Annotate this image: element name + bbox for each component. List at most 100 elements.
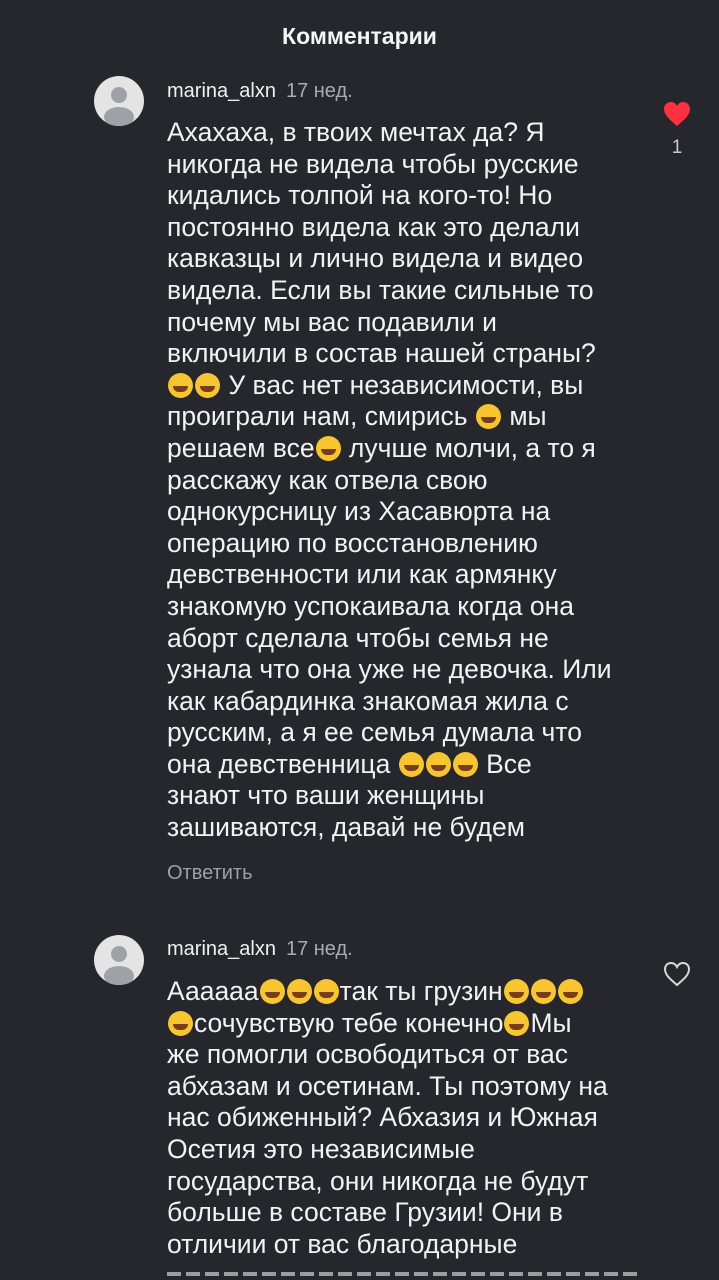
- comment-line: сочувствую тебе конечно Мы: [167, 1008, 647, 1040]
- comment-text-segment: абхазам и осетинам. Ты поэтому на: [167, 1070, 608, 1101]
- comment-line: как кабардинка знакомая жила с: [167, 686, 647, 718]
- emoji-icon: [475, 404, 501, 430]
- username[interactable]: marina_alxn: [167, 80, 276, 102]
- comment-text-segment: зашиваются, давай не будем: [167, 812, 525, 843]
- comment-text-segment: расскажу как отвела свою: [167, 464, 488, 495]
- comment-text-segment: аборт сделала чтобы семья не: [167, 622, 549, 653]
- comment-line: девственности или как армянку: [167, 559, 647, 591]
- comment-line: Осетия это независимые: [167, 1134, 647, 1166]
- comment-text-segment: почему мы вас подавили и: [167, 306, 497, 337]
- emoji-group: [167, 1008, 194, 1038]
- emoji-icon: [168, 1010, 193, 1036]
- comment-text-segment: знакомую успокаивала когда она: [167, 590, 575, 621]
- page-title: Комментарии: [282, 22, 437, 49]
- comment-line: У вас нет независимости, вы: [167, 370, 647, 402]
- comment-meta: marina_alxn 17 нед.: [167, 938, 353, 961]
- comment-line: кавказцы и лично видела и видео: [167, 243, 647, 275]
- comment-text-segment: Все: [478, 748, 532, 779]
- comment-text-segment: проиграли нам, смирись: [167, 401, 475, 432]
- comment-line: проиграли нам, смирись мы: [167, 401, 647, 433]
- comment-line: однокурсницу из Хасавюрта на: [167, 496, 647, 528]
- reply-button[interactable]: Ответить: [167, 862, 253, 885]
- comment-line: видела. Если вы такие сильные то: [167, 275, 647, 307]
- comment-line: никогда не видела чтобы русские: [167, 149, 647, 181]
- comment-line: государства, они никогда не будут: [167, 1166, 647, 1198]
- emoji-icon: [286, 979, 312, 1004]
- clipped-text-line: [167, 1266, 637, 1280]
- comment-text-segment: включили в состав нашей страны?: [167, 338, 596, 369]
- emoji-group: [259, 976, 340, 1006]
- comment-text-segment: Ахахаха, в твоих мечтах да? Я: [167, 117, 545, 147]
- user-placeholder-icon: [104, 87, 134, 126]
- comment-line: узнала что она уже не девочка. Или: [167, 654, 647, 686]
- comment-meta: marina_alxn 17 нед.: [167, 80, 353, 103]
- timestamp: 17 нед.: [285, 938, 353, 960]
- comment-text-segment: так ты грузин: [339, 976, 503, 1006]
- comment-line: она девственница Все: [167, 749, 647, 781]
- comments-header: Комментарии: [0, 0, 719, 72]
- comment-line: отличии от вас благодарные: [167, 1229, 647, 1261]
- comment-text-segment: однокурсницу из Хасавюрта на: [167, 496, 551, 527]
- emoji-group: [398, 749, 479, 779]
- comment-line: абхазам и осетинам. Ты поэтому на: [167, 1071, 647, 1103]
- comment-line: кидались толпой на кого-то! Но: [167, 180, 647, 212]
- heart-outline-icon: [663, 961, 691, 987]
- comment-text-segment: девственности или как армянку: [167, 559, 557, 590]
- emoji-group: [503, 1008, 530, 1038]
- like-control[interactable]: 1: [655, 100, 699, 159]
- emoji-group: [315, 433, 342, 463]
- emoji-group: [167, 370, 221, 400]
- comment-text: Ахахаха, в твоих мечтах да? Яникогда не …: [167, 117, 647, 844]
- comment-text-segment: она девственница: [167, 748, 398, 779]
- comment-text-segment: решаем все: [167, 432, 315, 463]
- comment-line: почему мы вас подавили и: [167, 307, 647, 339]
- like-control[interactable]: [655, 960, 699, 993]
- emoji-icon: [557, 979, 583, 1004]
- comment-text-segment: постоянно видела как это делали: [167, 211, 580, 242]
- comment-line: же помогли освободиться от вас: [167, 1039, 647, 1071]
- avatar[interactable]: [94, 76, 144, 126]
- emoji-icon: [503, 979, 529, 1004]
- username[interactable]: marina_alxn: [167, 938, 276, 960]
- emoji-icon: [313, 979, 339, 1004]
- comment-line: Ахахаха, в твоих мечтах да? Я: [167, 117, 647, 149]
- comment-text-segment: кидались толпой на кого-то! Но: [167, 180, 553, 211]
- like-count: 1: [671, 137, 683, 158]
- comment-text-segment: операцию по восстановлению: [167, 527, 538, 558]
- comment-text-segment: знают что ваши женщины: [167, 780, 485, 811]
- emoji-icon: [452, 751, 478, 777]
- comment-line: Аааааа так ты грузин: [167, 976, 647, 1008]
- emoji-icon: [530, 979, 556, 1004]
- timestamp: 17 нед.: [285, 80, 353, 102]
- comment-text-segment: нас обиженный? Абхазия и Южная: [167, 1102, 598, 1133]
- comment-text-segment: Аааааа: [167, 976, 259, 1006]
- emoji-icon: [259, 979, 285, 1004]
- comment-text-segment: Осетия это независимые: [167, 1133, 475, 1164]
- emoji-icon: [315, 435, 341, 461]
- comment-text-segment: видела. Если вы такие сильные то: [167, 274, 594, 305]
- emoji-group: [503, 976, 584, 1006]
- comment-text-segment: У вас нет независимости, вы: [221, 369, 584, 400]
- emoji-icon: [504, 1010, 530, 1036]
- comment-line: нас обиженный? Абхазия и Южная: [167, 1102, 647, 1134]
- emoji-icon: [425, 751, 451, 777]
- comment-line: решаем все лучше молчи, а то я: [167, 433, 647, 465]
- comment-text-segment: отличии от вас благодарные: [167, 1228, 518, 1259]
- comment-line: включили в состав нашей страны?: [167, 338, 647, 370]
- comment-text-segment: никогда не видела чтобы русские: [167, 148, 579, 179]
- comment-text-segment: Мы: [530, 1007, 572, 1038]
- comment-line: больше в составе Грузии! Они в: [167, 1197, 647, 1229]
- comment-line: операцию по восстановлению: [167, 528, 647, 560]
- emoji-icon: [168, 372, 193, 398]
- comment-line: постоянно видела как это делали: [167, 212, 647, 244]
- heart-filled-icon: [664, 102, 690, 126]
- comment-line: русским, а я ее семья думала что: [167, 717, 647, 749]
- comment-text-segment: как кабардинка знакомая жила с: [167, 685, 569, 716]
- comment-line: зашиваются, давай не будем: [167, 812, 647, 844]
- comment-text-segment: государства, они никогда не будут: [167, 1165, 589, 1196]
- emoji-icon: [195, 372, 220, 398]
- comment-text-segment: больше в составе Грузии! Они в: [167, 1197, 563, 1228]
- avatar[interactable]: [94, 935, 144, 985]
- comment-line: знакомую успокаивала когда она: [167, 591, 647, 623]
- comment-text-segment: мы: [501, 401, 547, 432]
